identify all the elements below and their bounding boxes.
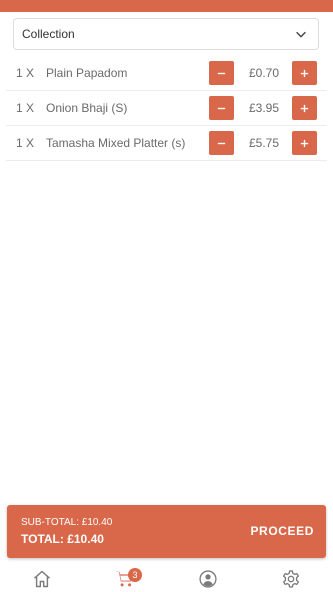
item-name: Tamasha Mixed Platter (s) bbox=[46, 136, 186, 150]
cart-item: 1 X Plain Papadom £0.70 bbox=[6, 56, 327, 91]
plus-icon bbox=[300, 104, 309, 112]
order-type-value: Collection bbox=[22, 27, 75, 41]
home-icon bbox=[34, 570, 50, 588]
item-quantity: 1 X bbox=[16, 66, 35, 80]
cart-item: 1 X Onion Bhaji (S) £3.95 bbox=[6, 91, 327, 126]
item-name: Plain Papadom bbox=[46, 66, 128, 80]
item-quantity: 1 X bbox=[16, 101, 35, 115]
item-name: Onion Bhaji (S) bbox=[46, 101, 128, 115]
cart-item: 1 X Tamasha Mixed Platter (s) £5.75 bbox=[6, 126, 327, 161]
minus-icon bbox=[217, 72, 226, 74]
decrease-quantity-button[interactable] bbox=[209, 131, 234, 155]
nav-cart-button[interactable]: 3 bbox=[110, 567, 142, 591]
order-type-select[interactable]: Collection bbox=[13, 18, 319, 50]
subtotal-text: SUB-TOTAL: £10.40 bbox=[21, 517, 113, 528]
increase-quantity-button[interactable] bbox=[292, 131, 317, 155]
nav-account-button[interactable] bbox=[193, 567, 223, 591]
plus-icon bbox=[300, 139, 309, 147]
order-summary-bar: SUB-TOTAL: £10.40 TOTAL: £10.40 PROCEED bbox=[7, 505, 326, 558]
cart-list: 1 X Plain Papadom £0.70 1 X Onion Bhaji … bbox=[0, 56, 333, 161]
proceed-button[interactable]: PROCEED bbox=[250, 524, 314, 538]
bottom-navigation: 3 bbox=[0, 562, 333, 592]
plus-icon bbox=[300, 69, 309, 77]
item-price: £5.75 bbox=[248, 136, 280, 150]
item-price: £0.70 bbox=[248, 66, 280, 80]
increase-quantity-button[interactable] bbox=[292, 61, 317, 85]
nav-settings-button[interactable] bbox=[276, 567, 306, 591]
total-text: TOTAL: £10.40 bbox=[21, 532, 104, 546]
top-bar bbox=[0, 0, 333, 12]
item-quantity: 1 X bbox=[16, 136, 35, 150]
minus-icon bbox=[217, 142, 226, 144]
account-icon bbox=[199, 570, 217, 588]
settings-icon bbox=[283, 570, 299, 588]
minus-icon bbox=[217, 107, 226, 109]
nav-home-button[interactable] bbox=[27, 567, 57, 591]
decrease-quantity-button[interactable] bbox=[209, 61, 234, 85]
item-price: £3.95 bbox=[248, 101, 280, 115]
chevron-down-icon bbox=[296, 31, 306, 38]
decrease-quantity-button[interactable] bbox=[209, 96, 234, 120]
increase-quantity-button[interactable] bbox=[292, 96, 317, 120]
cart-count-badge: 3 bbox=[128, 568, 142, 582]
